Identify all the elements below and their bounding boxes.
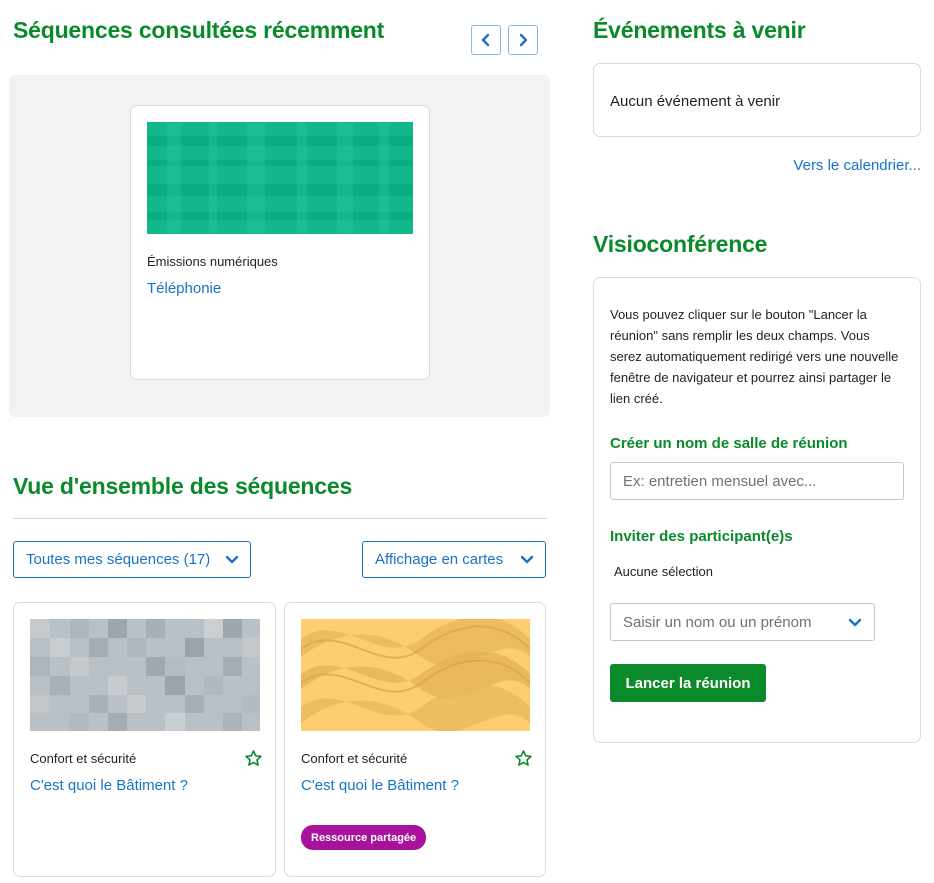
calendar-link[interactable]: Vers le calendrier...: [793, 157, 921, 174]
course-category: Confort et sécurité: [30, 751, 137, 766]
course-image: [30, 619, 260, 731]
room-name-input[interactable]: [610, 462, 904, 500]
shared-resource-badge: Ressource partagée: [301, 825, 427, 850]
course-filter-label: Toutes mes séquences (17): [26, 551, 211, 568]
videoconference-description: Vous pouvez cliquer sur le bouton "Lance…: [610, 307, 899, 406]
launch-meeting-button[interactable]: Lancer la réunion: [610, 664, 766, 702]
invite-participants-label: Inviter des participant(e)s: [610, 528, 793, 545]
chevron-down-icon: [848, 618, 862, 627]
previous-button[interactable]: [471, 25, 501, 55]
chevron-right-icon: [519, 33, 528, 47]
events-panel: Aucun événement à venir: [593, 63, 921, 137]
next-button[interactable]: [508, 25, 538, 55]
course-category: Émissions numériques: [147, 254, 278, 269]
course-name-link[interactable]: C'est quoi le Bâtiment ?: [30, 777, 188, 794]
course-category: Confort et sécurité: [301, 751, 408, 766]
course-overview-title: Vue d'ensemble des séquences: [13, 473, 353, 499]
chevron-down-icon: [520, 555, 534, 564]
participant-search-select[interactable]: Saisir un nom ou un prénom: [610, 603, 875, 641]
chevron-left-icon: [481, 33, 490, 47]
course-card[interactable]: Confort et sécurité C'est quoi le Bâtime…: [284, 602, 546, 877]
course-filter-dropdown[interactable]: Toutes mes séquences (17): [13, 541, 251, 578]
course-name-link[interactable]: Téléphonie: [147, 280, 221, 297]
videoconference-panel: Vous pouvez cliquer sur le bouton "Lance…: [593, 277, 921, 743]
view-mode-dropdown[interactable]: Affichage en cartes: [362, 541, 546, 578]
participant-search-placeholder: Saisir un nom ou un prénom: [623, 613, 812, 631]
course-image: [147, 122, 413, 234]
recent-courses-carousel: Émissions numériques Téléphonie: [9, 75, 550, 417]
chevron-down-icon: [225, 555, 239, 564]
view-mode-label: Affichage en cartes: [375, 551, 504, 568]
course-card[interactable]: Confort et sécurité C'est quoi le Bâtime…: [13, 602, 276, 877]
recent-courses-title: Séquences consultées récemment: [13, 17, 385, 43]
room-name-label: Créer un nom de salle de réunion: [610, 435, 848, 452]
recent-course-card[interactable]: Émissions numériques Téléphonie: [130, 105, 430, 380]
star-icon[interactable]: [514, 749, 533, 768]
no-events-text: Aucun événement à venir: [610, 93, 781, 110]
course-image: [301, 619, 530, 731]
upcoming-events-title: Événements à venir: [593, 17, 806, 43]
divider: [13, 518, 547, 519]
videoconference-title: Visioconférence: [593, 231, 768, 257]
star-icon[interactable]: [244, 749, 263, 768]
no-selection-text: Aucune sélection: [614, 564, 714, 579]
course-name-link[interactable]: C'est quoi le Bâtiment ?: [301, 777, 459, 794]
